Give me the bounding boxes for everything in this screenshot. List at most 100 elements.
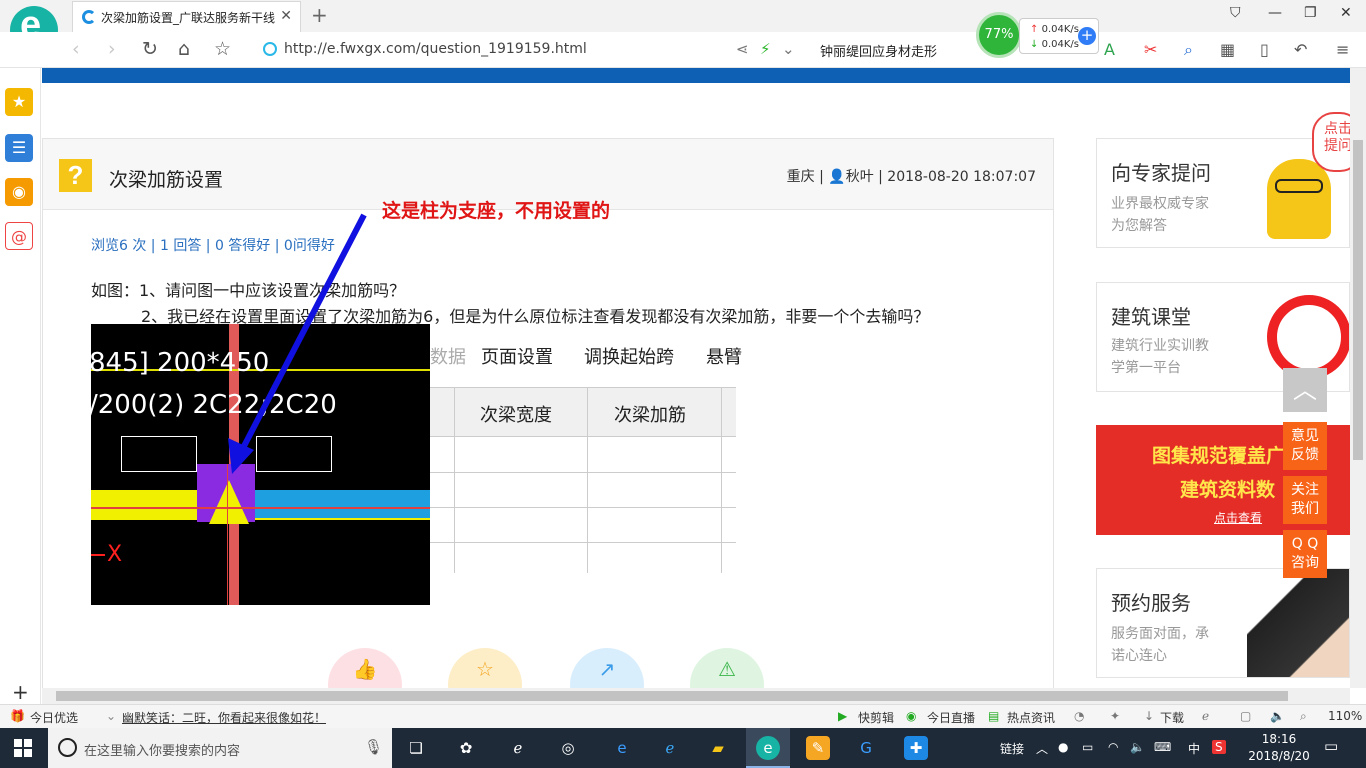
qq-label2: 咨询 (1291, 555, 1319, 571)
download-link[interactable]: 下载 (1160, 709, 1184, 726)
task-view-icon[interactable]: ❏ (404, 736, 428, 760)
windows-taskbar: 在这里输入你要搜索的内容 🎙 ❏ ✿ ℯ ◎ e ℯ ▰ e ✎ G ✚ 链接 … (0, 728, 1366, 768)
today-pick[interactable]: 今日优选 (30, 709, 78, 726)
favorite-star-icon[interactable]: ☆ (214, 38, 231, 60)
weibo-icon[interactable]: ◉ (5, 178, 33, 206)
spiral-app-icon[interactable]: ◎ (556, 736, 580, 760)
minimize-icon[interactable]: — (1268, 5, 1282, 21)
horizontal-scrollbar[interactable] (42, 688, 1350, 704)
360-browser-icon: e (756, 736, 780, 760)
apps-icon[interactable]: ▦ (1220, 40, 1235, 59)
question-body-line1: 如图：1、请问图一中应该设置次梁加筋吗？ (91, 281, 406, 300)
chevron-down-icon[interactable]: ⌄ (782, 40, 795, 58)
secure-shield-icon (263, 42, 277, 56)
chevron-down-icon[interactable]: ⌄ (106, 709, 116, 723)
mail-icon[interactable]: @ (5, 222, 33, 250)
new-tab-icon[interactable]: + (311, 3, 328, 27)
ask-bubble-line1: 点击 (1324, 121, 1352, 137)
news-ticker[interactable]: 幽默笑话：二旺，你看起来很像如花！ (122, 709, 326, 726)
booking-service-card[interactable]: 预约服务 服务面对面，承 诺心连心 (1096, 568, 1350, 678)
notes-app-icon[interactable]: ✎ (806, 736, 830, 760)
horizontal-scroll-thumb[interactable] (56, 691, 1288, 701)
search-icon[interactable]: ⌕ (1184, 40, 1193, 60)
booking-title: 预约服务 (1111, 591, 1191, 615)
file-explorer-icon[interactable]: ▰ (706, 736, 730, 760)
vertical-scroll-thumb[interactable] (1353, 140, 1363, 460)
ie-icon[interactable]: ℯ (658, 736, 682, 760)
back-to-top-icon[interactable]: ︿ (1283, 368, 1327, 412)
qq-label1: Q Q (1291, 536, 1319, 552)
sound-icon[interactable]: 🔈 (1270, 709, 1285, 723)
menu-icon[interactable]: ≡ (1336, 40, 1349, 59)
speedup-icon[interactable]: ◔ (1074, 709, 1084, 723)
home-icon[interactable]: ⌂ (178, 38, 190, 60)
undo-icon[interactable]: ↶ (1294, 40, 1307, 59)
ie-mode-icon[interactable]: ℯ (1202, 709, 1209, 723)
address-bar[interactable]: http://e.fwxgx.com/question_1919159.html (284, 41, 587, 57)
back-icon[interactable]: ‹ (72, 38, 80, 60)
wifi-icon[interactable]: ◠ (1108, 740, 1118, 754)
clip-icon: ▶ (838, 709, 848, 723)
edge-icon[interactable]: e (610, 736, 634, 760)
g-app-icon[interactable]: G (854, 736, 878, 760)
browser-tab[interactable]: 次梁加筋设置_广联达服务新干线 ✕ (72, 1, 301, 32)
restore-icon[interactable]: ❐ (1304, 5, 1317, 21)
favorites-icon[interactable]: ★ (5, 88, 33, 116)
question-mark-icon: ? (59, 159, 92, 192)
reader-icon[interactable]: ▯ (1260, 40, 1269, 59)
taskbar-clock[interactable]: 18:16 2018/8/20 (1244, 731, 1314, 765)
cad-x-axis-label: X (107, 542, 123, 567)
refresh-icon[interactable]: ↻ (142, 38, 158, 60)
taskbar-search-box[interactable]: 在这里输入你要搜索的内容 🎙 (48, 728, 392, 768)
zoom-level[interactable]: 110% (1328, 709, 1362, 723)
question-title: 次梁加筋设置 (109, 169, 224, 191)
window-icon[interactable]: ▢ (1240, 709, 1251, 723)
question-meta: 重庆 | 👤秋叶 | 2018-08-20 18:07:07 (786, 169, 1036, 185)
classroom-sub1: 建筑行业实训教 (1111, 338, 1209, 354)
tab-close-icon[interactable]: ✕ (280, 8, 292, 24)
volume-icon[interactable]: 🔈 (1130, 740, 1145, 754)
microphone-icon[interactable]: 🎙 (364, 738, 383, 756)
skin-icon[interactable]: ⛉ (1230, 5, 1241, 21)
qq-consult-button[interactable]: Q Q 咨询 (1283, 530, 1327, 578)
reading-list-icon[interactable]: ☰ (5, 134, 33, 162)
menu-item-swap-span: 调换起始跨 (584, 347, 674, 368)
banner-link[interactable]: 点击查看 (1214, 509, 1262, 526)
share-icon[interactable]: ⋖ (736, 40, 749, 58)
keyboard-icon[interactable]: ⌨ (1154, 740, 1171, 754)
browser-e-icon[interactable]: ℯ (506, 736, 530, 760)
nav-bar: ‹ › ↻ ⌂ ☆ http://e.fwxgx.com/question_19… (0, 32, 1366, 68)
taskbar-active-browser[interactable]: e (746, 728, 790, 768)
battery-icon[interactable]: ▭ (1082, 740, 1093, 754)
ask-bubble-line2: 提问 (1324, 138, 1352, 154)
speed-ball[interactable]: 77% (976, 12, 1022, 58)
hot-search-hint[interactable]: 钟丽缇回应身材走形 (820, 41, 937, 60)
fan-app-icon[interactable]: ✿ (454, 736, 478, 760)
follow-button[interactable]: 关注 我们 (1283, 476, 1327, 524)
windows-start-icon[interactable] (14, 739, 32, 757)
vertical-scrollbar[interactable] (1350, 68, 1366, 688)
hot-news-link[interactable]: 热点资讯 (1007, 709, 1055, 726)
live-link[interactable]: 今日直播 (927, 709, 975, 726)
feedback-button[interactable]: 意见 反馈 (1283, 422, 1327, 470)
accelerate-icon[interactable]: ⚡ (760, 40, 771, 58)
pin-icon[interactable]: ✦ (1110, 709, 1120, 723)
tray-chevron-up-icon[interactable]: ︿ (1036, 740, 1048, 757)
close-window-icon[interactable]: ✕ (1340, 5, 1352, 21)
speed-plus-icon[interactable]: + (1078, 27, 1096, 45)
question-stats[interactable]: 浏览6 次 | 1 回答 | 0 答得好 | 0问得好 (91, 235, 335, 255)
add-sidebar-icon[interactable]: + (12, 680, 29, 704)
sogou-ime-icon[interactable]: S (1212, 740, 1226, 754)
live-icon: ◉ (906, 709, 917, 723)
classroom-logo-icon (1267, 295, 1349, 379)
feedback-label2: 反馈 (1291, 447, 1319, 463)
ime-indicator[interactable]: 中 (1188, 740, 1200, 757)
tray-link-label[interactable]: 链接 (1000, 740, 1024, 757)
scissors-icon[interactable]: ✂ (1144, 40, 1157, 59)
forward-icon[interactable]: › (108, 38, 116, 60)
tray-people-icon[interactable]: ● (1058, 740, 1068, 754)
kuaijianji-link[interactable]: 快剪辑 (858, 709, 894, 726)
action-center-icon[interactable]: ▭ (1324, 737, 1338, 755)
translate-icon[interactable]: A (1104, 40, 1115, 59)
plus-app-icon[interactable]: ✚ (904, 736, 928, 760)
